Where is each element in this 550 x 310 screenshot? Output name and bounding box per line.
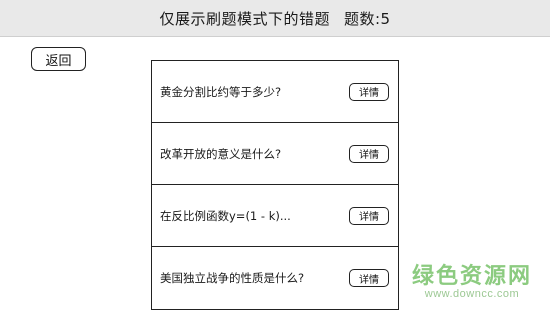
question-card: 改革开放的意义是什么? 详情 xyxy=(151,122,399,184)
question-text: 美国独立战争的性质是什么? xyxy=(160,271,305,285)
watermark-url: www.downcc.com xyxy=(424,288,520,300)
site-watermark: 绿色资源网 www.downcc.com xyxy=(412,258,532,300)
question-text: 在反比例函数y=(1 - k)... xyxy=(160,208,291,223)
detail-button[interactable]: 详情 xyxy=(349,269,389,287)
detail-button[interactable]: 详情 xyxy=(349,82,389,101)
header-bar: 仅展示刷题模式下的错题 题数:5 xyxy=(0,0,550,37)
back-button[interactable]: 返回 xyxy=(31,47,86,71)
question-card: 美国独立战争的性质是什么? 详情 xyxy=(151,246,399,310)
wrong-question-list: 黄金分割比约等于多少? 详情 改革开放的意义是什么? 详情 在反比例函数y=(1… xyxy=(151,60,399,310)
question-text: 改革开放的意义是什么? xyxy=(160,146,282,161)
detail-button[interactable]: 详情 xyxy=(349,206,389,225)
question-card: 黄金分割比约等于多少? 详情 xyxy=(151,60,399,122)
question-card: 在反比例函数y=(1 - k)... 详情 xyxy=(151,184,399,246)
question-text: 黄金分割比约等于多少? xyxy=(160,84,282,99)
question-count: 题数:5 xyxy=(343,9,391,28)
detail-button[interactable]: 详情 xyxy=(349,144,389,163)
page-title: 仅展示刷题模式下的错题 xyxy=(159,9,330,28)
watermark-logo-text: 绿色资源网 xyxy=(411,264,532,289)
